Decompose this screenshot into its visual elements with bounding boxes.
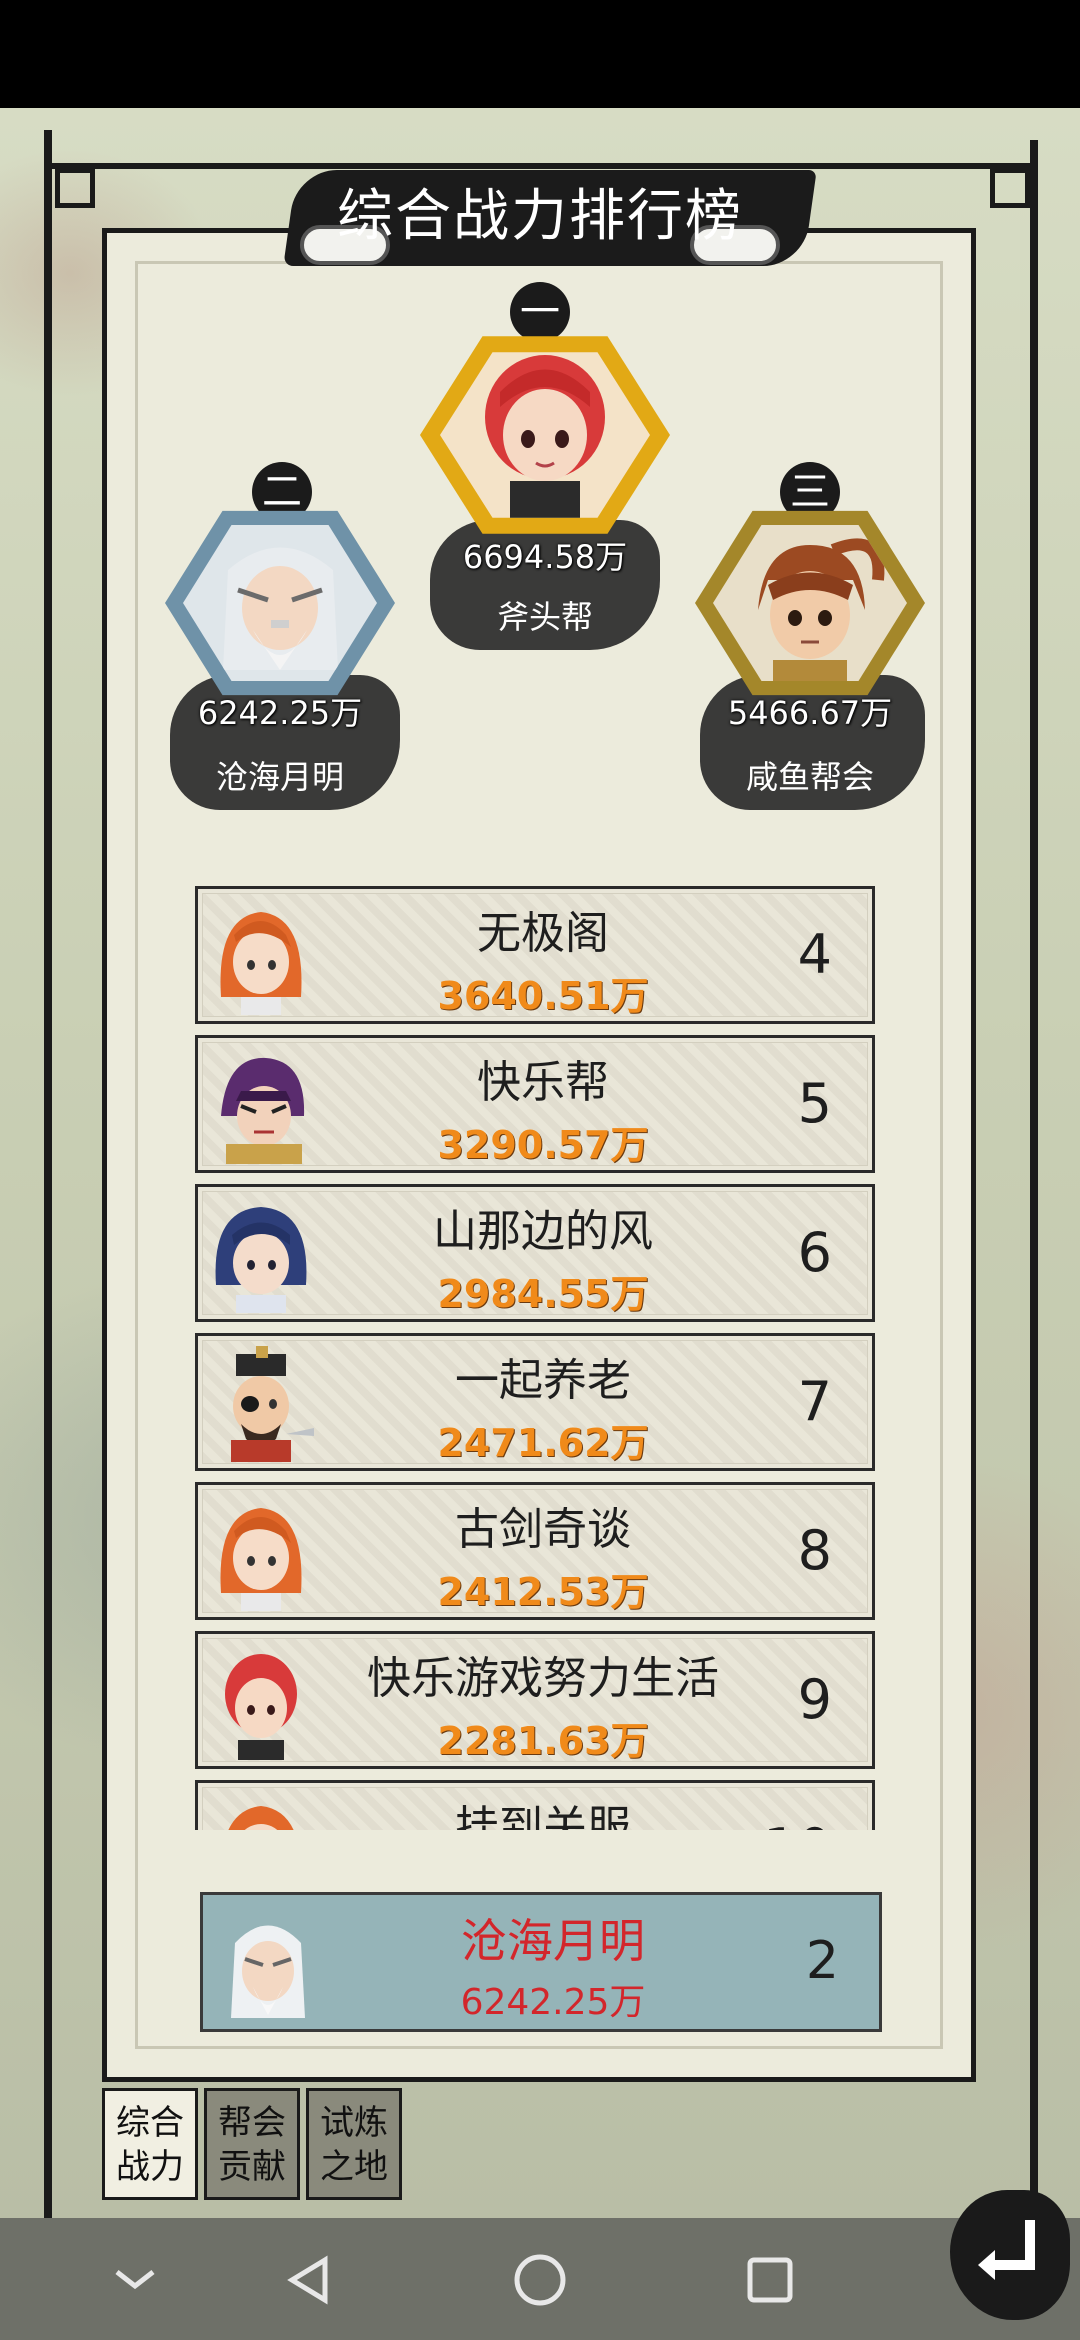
frame-right	[1030, 140, 1038, 2200]
list-item-rank: 5	[797, 1072, 832, 1135]
list-item-value: 2984.55万	[437, 1272, 649, 1316]
list-item-name: 一起养老	[455, 1355, 631, 1406]
list-item-value: 2412.53万	[437, 1570, 649, 1614]
list-item-name: 古剑奇谈	[455, 1504, 631, 1555]
square-recents-icon[interactable]	[730, 2240, 810, 2320]
tab-trial-ground[interactable]: 试炼 之地	[306, 2088, 402, 2200]
list-item-value: 3290.57万	[437, 1123, 649, 1167]
list-item-rank: 10	[763, 1817, 832, 1830]
list-item-rank: 9	[797, 1668, 832, 1731]
my-rank-row[interactable]: 沧海月明 6242.25万 2	[200, 1892, 882, 2032]
tab-label-line2: 之地	[320, 2147, 388, 2187]
circle-home-icon[interactable]	[500, 2240, 580, 2320]
triangle-back-icon[interactable]	[270, 2240, 350, 2320]
red-hair-avatar-icon	[206, 1642, 316, 1760]
frame-top	[50, 163, 1035, 169]
list-item-value: 3640.51万	[437, 974, 649, 1018]
orange-hair-avatar-icon	[206, 1791, 316, 1830]
podium-2-name: 沧海月明	[215, 758, 344, 796]
rank-mark-1: 一	[510, 282, 570, 342]
tab-guild-contribution[interactable]: 帮会 贡献	[204, 2088, 300, 2200]
list-item-name: 山那边的风	[433, 1206, 653, 1257]
list-item-rank: 7	[797, 1370, 832, 1433]
podium-1-value: 6694.58万	[462, 538, 628, 576]
list-item-name: 快乐游戏努力生活	[367, 1653, 719, 1704]
frame-left	[44, 130, 52, 2230]
tab-label-line1: 帮会	[218, 2103, 286, 2143]
frame-corner-tr	[990, 168, 1030, 208]
list-item-name: 快乐帮	[477, 1057, 609, 1108]
my-rank-value: 6242.25万	[460, 1982, 646, 2023]
podium-1-name: 斧头帮	[496, 598, 593, 636]
chevron-down-icon[interactable]	[95, 2240, 175, 2320]
orange-hair-avatar-icon	[206, 1493, 316, 1611]
page-title: 综合战力排行榜	[337, 184, 743, 249]
my-rank-name: 沧海月明	[461, 1914, 645, 1968]
frame-corner-tl	[55, 168, 95, 208]
list-item-rank: 4	[797, 923, 832, 986]
ranking-list[interactable]: 无极阁 3640.51万 4 快乐帮 3290.57万 5 山那边的风 2984…	[190, 880, 890, 1830]
tab-label-line2: 战力	[116, 2147, 184, 2187]
list-item[interactable]: 挂到关服 10	[195, 1780, 875, 1830]
blue-hair-avatar-icon	[206, 1195, 316, 1313]
podium-3-name: 咸鱼帮会	[745, 758, 874, 796]
purple-hood-avatar-icon	[206, 1046, 316, 1164]
my-rank-number: 2	[805, 1931, 839, 1991]
eyepatch-official-avatar-icon	[206, 1344, 316, 1462]
list-item-name: 无极阁	[477, 908, 609, 959]
tab-label-line2: 贡献	[218, 2147, 286, 2187]
list-item[interactable]: 古剑奇谈 2412.53万 8	[195, 1482, 875, 1620]
list-item-value: 2281.63万	[437, 1719, 649, 1763]
list-item[interactable]: 一起养老 2471.62万 7	[195, 1333, 875, 1471]
tab-label-line1: 综合	[116, 2103, 184, 2143]
list-item[interactable]: 快乐游戏努力生活 2281.63万 9	[195, 1631, 875, 1769]
list-item[interactable]: 山那边的风 2984.55万 6	[195, 1184, 875, 1322]
orange-hair-avatar-icon	[206, 897, 316, 1015]
status-bar	[0, 0, 1080, 108]
return-button[interactable]	[950, 2190, 1070, 2320]
list-item-rank: 8	[797, 1519, 832, 1582]
list-item-name: 挂到关服	[455, 1802, 631, 1830]
podium-3-value: 5466.67万	[727, 694, 893, 732]
list-item-rank: 6	[797, 1221, 832, 1284]
list-item-value: 2471.62万	[437, 1421, 649, 1465]
list-item[interactable]: 快乐帮 3290.57万 5	[195, 1035, 875, 1173]
list-item[interactable]: 无极阁 3640.51万 4	[195, 886, 875, 1024]
white-hair-elder-avatar-icon	[213, 1903, 323, 2023]
tab-label-line1: 试炼	[320, 2103, 388, 2143]
podium-2-value: 6242.25万	[197, 694, 363, 732]
tab-combat-power[interactable]: 综合 战力	[102, 2088, 198, 2200]
return-arrow-icon	[978, 2220, 1035, 2280]
